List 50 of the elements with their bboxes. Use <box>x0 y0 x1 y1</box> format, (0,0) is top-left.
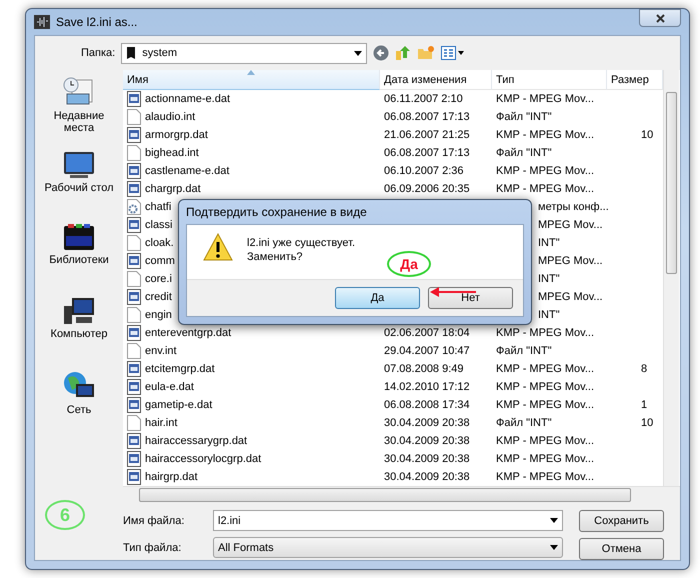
size-cell-text: 8 <box>640 362 648 377</box>
date-cell-text: 06.08.2007 17:13 <box>383 146 471 161</box>
type-cell-text: KMP - MPEG Mov... <box>495 434 595 449</box>
type-cell-text: MPEG Mov... <box>537 254 604 269</box>
date-cell-text: 30.04.2009 20:38 <box>383 452 471 467</box>
type-cell-text: KMP - MPEG Mov... <box>495 92 595 107</box>
date-cell-text: 14.02.2010 17:12 <box>383 380 471 395</box>
date-cell-text: 06.11.2007 2:10 <box>383 92 464 107</box>
type-cell-text: Файл "INT" <box>495 110 553 125</box>
date-cell-text: 02.06.2007 18:04 <box>383 326 471 341</box>
dialog-title: Подтвердить сохранение в виде <box>186 204 368 221</box>
date-cell-text: 30.04.2009 20:38 <box>383 434 471 449</box>
type-cell-text: метры конф... <box>537 200 607 215</box>
type-cell-text: Файл "INT" <box>495 344 553 359</box>
type-cell-text: KMP - MPEG Mov... <box>495 182 595 197</box>
type-cell-text: KMP - MPEG Mov... <box>495 362 595 377</box>
date-cell-text: 30.04.2009 20:38 <box>383 470 471 485</box>
type-cell-text: Файл "INT" <box>495 146 553 161</box>
dialog-message: l2.ini уже существует. <box>247 237 356 249</box>
window-title: Save l2.ini as... <box>56 15 138 29</box>
type-cell-text: Файл "INT" <box>495 416 553 431</box>
file-name-label: Имя файла: <box>123 514 186 526</box>
dialog-question: Заменить? <box>247 251 304 263</box>
type-cell-text: KMP - MPEG Mov... <box>495 398 595 413</box>
type-cell-text: INT" <box>537 308 561 323</box>
callout-label: Да <box>387 251 431 277</box>
type-cell-text: KMP - MPEG Mov... <box>495 164 595 179</box>
size-cell-text: 10 <box>640 128 654 143</box>
size-cell-text: 10 <box>640 416 654 431</box>
type-cell-text: KMP - MPEG Mov... <box>495 470 595 485</box>
type-cell-text: MPEG Mov... <box>537 290 604 305</box>
folder-label: Папка: <box>81 47 116 59</box>
date-cell-text: 30.04.2009 20:38 <box>383 416 471 431</box>
type-cell-text: MPEG Mov... <box>537 218 604 233</box>
type-cell-text: INT" <box>537 272 561 287</box>
step-number-badge: 6 <box>45 500 85 530</box>
size-cell-text: 1 <box>640 398 648 413</box>
type-cell-text: KMP - MPEG Mov... <box>495 326 595 341</box>
date-cell-text: 06.09.2006 20:35 <box>383 182 471 197</box>
type-cell-text: KMP - MPEG Mov... <box>495 128 595 143</box>
date-cell-text: 06.08.2007 17:13 <box>383 110 471 125</box>
type-cell-text: INT" <box>537 236 561 251</box>
type-cell-text: KMP - MPEG Mov... <box>495 452 595 467</box>
date-cell-text: 06.08.2008 17:34 <box>383 398 471 413</box>
file-type-label: Тип файла: <box>123 542 182 554</box>
date-cell-text: 06.10.2007 2:36 <box>383 164 465 179</box>
date-cell-text: 29.04.2007 10:47 <box>383 344 471 359</box>
type-cell-text: KMP - MPEG Mov... <box>495 380 595 395</box>
date-cell-text: 21.06.2007 21:25 <box>383 128 471 143</box>
date-cell-text: 07.08.2008 9:49 <box>383 362 465 377</box>
